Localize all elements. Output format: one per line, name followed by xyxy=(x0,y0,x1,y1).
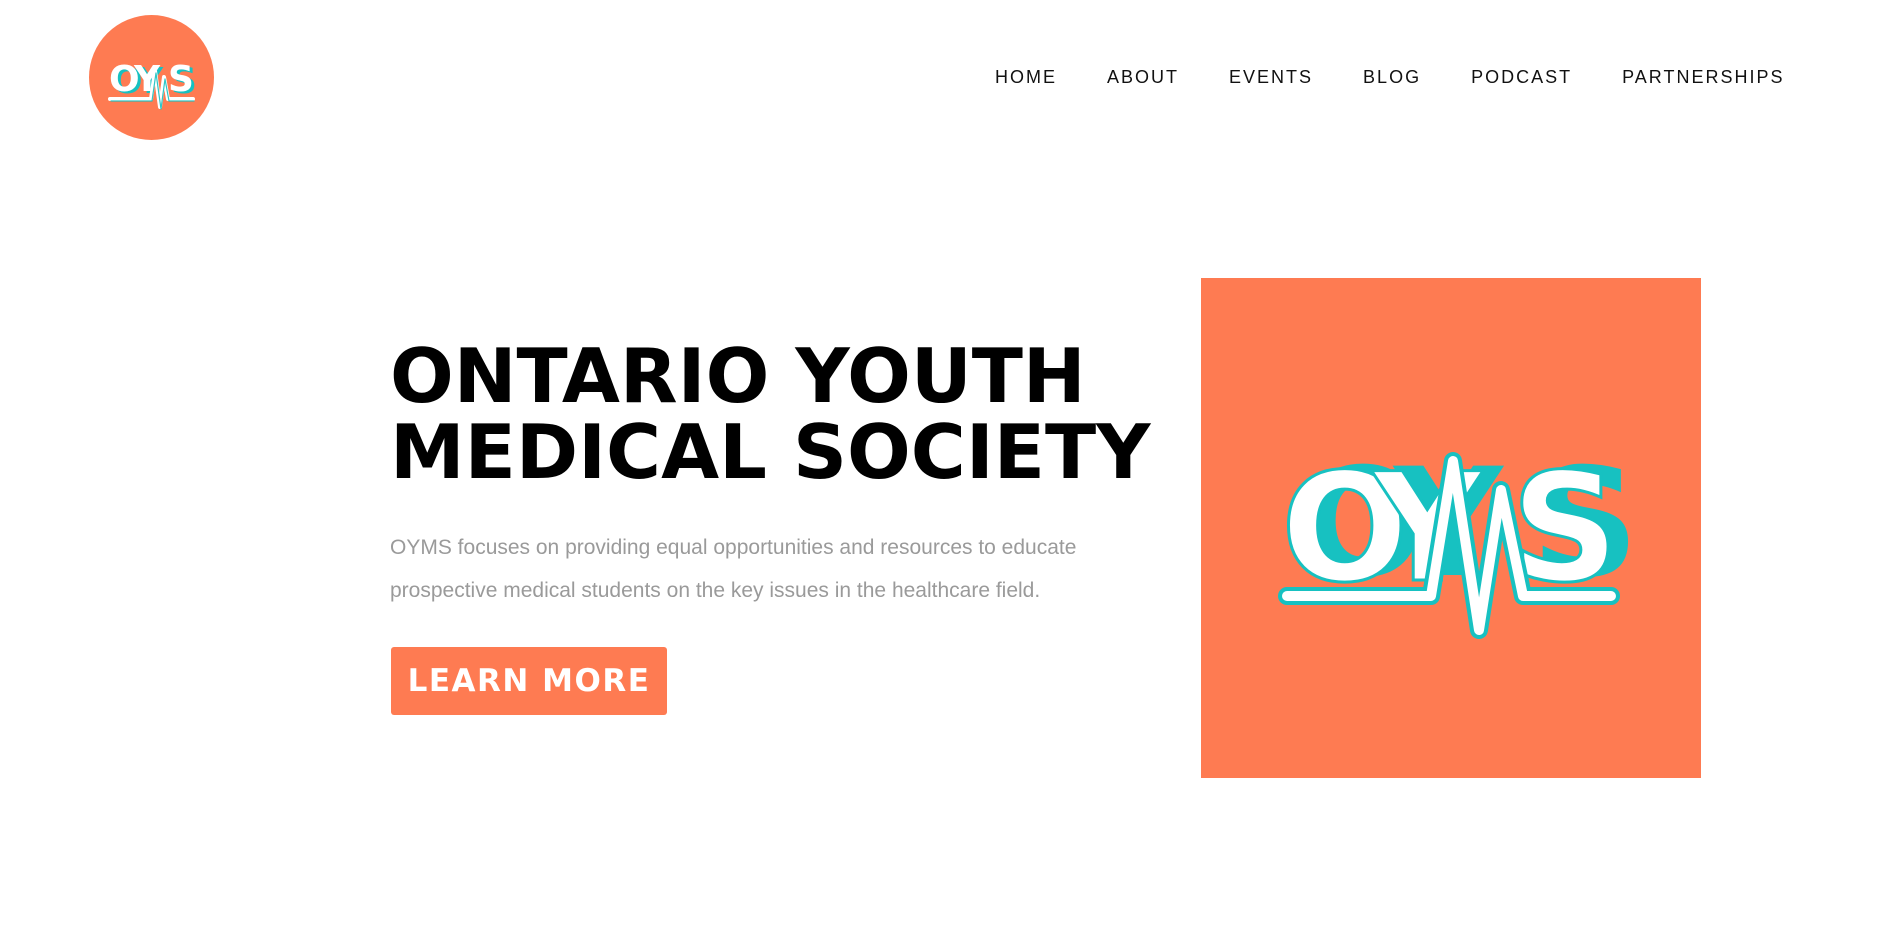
hero-description: OYMS focuses on providing equal opportun… xyxy=(390,536,1077,602)
hero-title: ONTARIO YOUTH MEDICAL SOCIETY xyxy=(390,332,1151,496)
learn-more-button[interactable]: LEARN MORE xyxy=(391,647,667,715)
svg-text:S: S xyxy=(168,59,194,100)
hero-title-line-1: ONTARIO YOUTH xyxy=(390,332,1086,420)
hero-logo-image: O Y S O Y S xyxy=(1201,278,1701,778)
hero-title-line-2: MEDICAL SOCIETY xyxy=(390,408,1151,496)
oyms-logo-icon: O O Y Y S S xyxy=(108,59,197,110)
nav-podcast[interactable]: PODCAST xyxy=(1471,66,1572,88)
nav-about[interactable]: ABOUT xyxy=(1107,66,1179,88)
nav-events[interactable]: EVENTS xyxy=(1229,66,1313,88)
site-logo[interactable]: O O Y Y S S xyxy=(89,15,214,140)
main-nav: HOME ABOUT EVENTS BLOG PODCAST PARTNERSH… xyxy=(995,66,1784,88)
nav-blog[interactable]: BLOG xyxy=(1363,66,1421,88)
oyms-heartbeat-logo-icon: O Y S O Y S xyxy=(1278,437,1639,639)
page: O O Y Y S S HOME ABOUT EVENTS BLOG PODCA… xyxy=(0,0,1903,949)
nav-partnerships[interactable]: PARTNERSHIPS xyxy=(1622,66,1784,88)
nav-home[interactable]: HOME xyxy=(995,66,1057,88)
